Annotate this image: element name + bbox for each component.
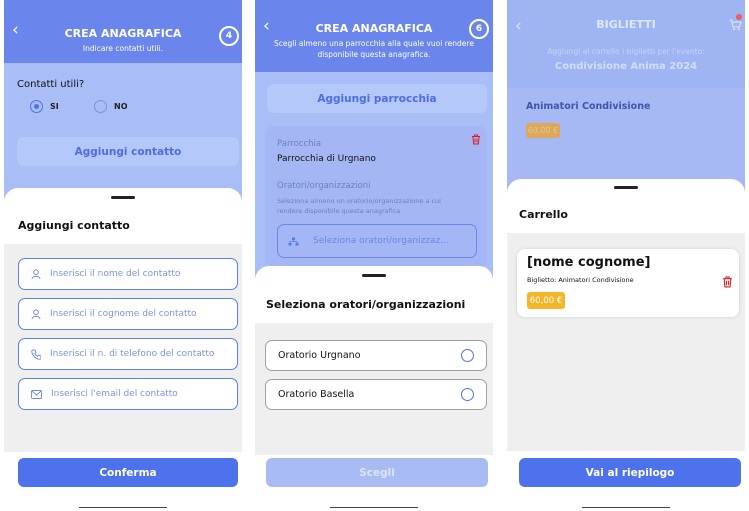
sheet-handle[interactable] xyxy=(614,186,638,189)
header xyxy=(507,0,745,88)
contact-surname-input[interactable] xyxy=(50,309,230,319)
user-icon xyxy=(31,308,41,319)
oratori-help-line2: rendere disponibile questa anagrafica xyxy=(277,207,401,215)
option-oratorio-basella[interactable]: Oratorio Basella xyxy=(265,379,487,410)
contact-surname-field[interactable] xyxy=(18,298,238,330)
option-label: Oratorio Basella xyxy=(278,389,355,400)
oratori-select[interactable]: Seleziona oratori/organizzaz... xyxy=(277,224,477,258)
go-to-summary-button[interactable]: Vai al riepilogo xyxy=(519,458,741,487)
delete-icon[interactable] xyxy=(471,134,481,145)
header xyxy=(255,0,493,72)
step-indicator: 6 xyxy=(469,19,489,39)
oratori-label: Oratori/organizzazioni xyxy=(277,181,371,191)
contact-email-input[interactable] xyxy=(51,389,231,399)
add-contact-button[interactable]: Aggiungi contatto xyxy=(17,137,239,166)
page-title: CREA ANAGRAFICA xyxy=(315,22,433,35)
cart-item-price: 60,00 € xyxy=(527,292,565,309)
sheet-title: Aggiungi contatto xyxy=(18,219,130,232)
page-subtitle-line2: disponibile questa anagrafica. xyxy=(317,50,431,59)
radio-no[interactable] xyxy=(94,100,107,113)
radio-dot-icon xyxy=(34,104,39,109)
confirm-button[interactable]: Conferma xyxy=(18,458,238,487)
page-title: CREA ANAGRAFICA xyxy=(64,27,182,40)
page-subtitle-line1: Scegli almeno una parrocchia alla quale … xyxy=(274,39,474,48)
sheet-handle[interactable] xyxy=(111,196,135,199)
radio-no-label: NO xyxy=(114,102,128,111)
home-indicator xyxy=(582,507,670,508)
option-label: Oratorio Urgnano xyxy=(278,350,361,361)
step-indicator: 4 xyxy=(219,26,239,46)
page-subtitle: Indicare contatti utili. xyxy=(82,44,164,53)
cart-icon[interactable] xyxy=(729,14,742,35)
home-indicator xyxy=(330,507,418,508)
parish-value: Parrocchia di Urgnano xyxy=(277,154,376,164)
radio-unchecked-icon xyxy=(461,349,474,362)
contact-phone-input[interactable] xyxy=(50,349,230,359)
event-name: Condivisione Anima 2024 xyxy=(554,61,698,72)
oratori-help-line1: Seleziona almeno un oratorio/organizzazi… xyxy=(277,197,441,205)
parish-label: Parrocchia xyxy=(277,139,322,149)
cart-item-name: [nome cognome] xyxy=(527,255,651,270)
sheet-title: Seleziona oratori/organizzazioni xyxy=(266,298,466,311)
page-title: BIGLIETTI xyxy=(596,18,656,31)
oratori-select-placeholder: Seleziona oratori/organizzaz... xyxy=(313,236,449,246)
radio-unchecked-icon xyxy=(461,388,474,401)
choose-button[interactable]: Scegli xyxy=(266,458,488,487)
ticket-price: 60,00 € xyxy=(526,123,560,138)
contacts-question: Contatti utili? xyxy=(17,79,85,90)
add-parish-button[interactable]: Aggiungi parrocchia xyxy=(267,84,487,113)
screen-crea-anagrafica-contatti: ‹ CREA ANAGRAFICA Indicare contatti util… xyxy=(4,0,242,511)
sheet-handle[interactable] xyxy=(362,274,386,277)
home-indicator xyxy=(79,507,167,508)
hierarchy-icon xyxy=(288,237,299,245)
contact-email-field[interactable] xyxy=(18,378,238,410)
option-oratorio-urgnano[interactable]: Oratorio Urgnano xyxy=(265,340,487,371)
cart-badge-icon xyxy=(736,14,742,20)
page-subtitle: Aggiungi al carrello i biglietti per l'e… xyxy=(547,47,705,56)
screen-biglietti-carrello: ‹ BIGLIETTI Aggiungi al carrello i bigli… xyxy=(507,0,745,511)
user-icon xyxy=(31,268,41,279)
radio-yes[interactable] xyxy=(30,100,43,113)
sheet-title: Carrello xyxy=(519,208,568,221)
cart-item-ticket: Biglietto: Animatori Condivisione xyxy=(527,276,634,284)
contact-name-field[interactable] xyxy=(18,258,238,290)
phone-icon xyxy=(31,349,41,360)
delete-icon[interactable] xyxy=(722,276,733,288)
ticket-name: Animatori Condivisione xyxy=(526,101,651,112)
contact-name-input[interactable] xyxy=(50,269,230,279)
mail-icon xyxy=(31,389,42,399)
contact-phone-field[interactable] xyxy=(18,338,238,370)
radio-yes-label: SI xyxy=(50,102,59,111)
screen-crea-anagrafica-parrocchia: ‹ CREA ANAGRAFICA Scegli almeno una parr… xyxy=(255,0,493,511)
